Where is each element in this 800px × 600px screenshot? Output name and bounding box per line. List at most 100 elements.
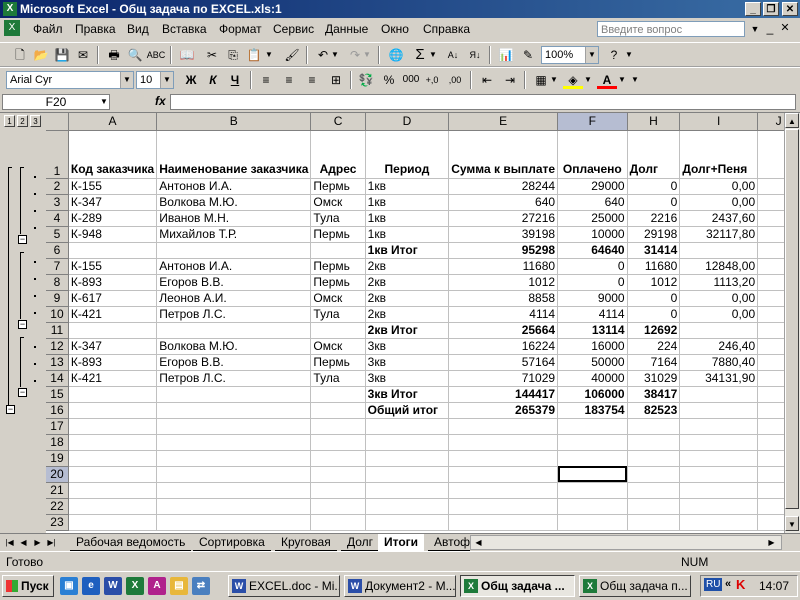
cell-f[interactable]: 9000 bbox=[557, 290, 628, 307]
cell-f[interactable]: 106000 bbox=[557, 386, 628, 403]
row-header[interactable]: 17 bbox=[46, 418, 69, 435]
cell-h[interactable]: 1012 bbox=[627, 274, 681, 291]
fill-color-dropdown-icon[interactable]: ▼ bbox=[583, 71, 593, 89]
undo-dropdown-icon[interactable]: ▼ bbox=[330, 46, 340, 64]
cell-i[interactable] bbox=[679, 514, 759, 531]
cell-c[interactable]: Омск bbox=[310, 194, 366, 211]
cell-f[interactable]: 13114 bbox=[557, 322, 628, 339]
row-header[interactable]: 22 bbox=[46, 498, 69, 515]
cell-i[interactable] bbox=[679, 466, 759, 483]
cell-e[interactable] bbox=[448, 418, 559, 435]
access-icon[interactable]: A bbox=[148, 577, 166, 595]
cell-i[interactable] bbox=[679, 434, 759, 451]
cell-a[interactable]: К-617 bbox=[68, 290, 158, 307]
cell-a[interactable]: К-347 bbox=[68, 338, 158, 355]
sort-ascending-icon[interactable]: A↓ bbox=[443, 46, 463, 64]
italic-button[interactable]: К bbox=[203, 71, 223, 89]
cell-d[interactable]: Общий итог bbox=[365, 402, 450, 419]
prev-sheet-icon[interactable]: ◀ bbox=[17, 536, 30, 549]
cell-d[interactable] bbox=[365, 466, 450, 483]
new-icon[interactable]: 🗋 bbox=[10, 46, 30, 64]
cell-e[interactable]: 11680 bbox=[448, 258, 559, 275]
cell-h[interactable] bbox=[627, 418, 681, 435]
cell-f[interactable]: 29000 bbox=[557, 178, 628, 195]
cell-d[interactable]: 3кв bbox=[365, 354, 450, 371]
chart-wizard-icon[interactable]: 📊 bbox=[496, 46, 516, 64]
redo-dropdown-icon[interactable]: ▼ bbox=[362, 46, 372, 64]
row-header[interactable]: 18 bbox=[46, 434, 69, 451]
worksheet-grid[interactable]: A B C D E F H I J 1 Код заказчика Наимен… bbox=[46, 113, 800, 533]
close-button[interactable]: ✕ bbox=[782, 2, 798, 16]
header-cell[interactable]: Сумма к выплате bbox=[448, 130, 559, 179]
cell-f[interactable] bbox=[557, 514, 628, 531]
cell-i[interactable] bbox=[679, 418, 759, 435]
font-name-dropdown[interactable]: Arial Cyr ▼ bbox=[6, 71, 134, 89]
ie-icon[interactable]: e bbox=[82, 577, 100, 595]
column-header[interactable]: E bbox=[448, 113, 559, 131]
cell-c[interactable] bbox=[310, 450, 366, 467]
first-sheet-icon[interactable]: |◀ bbox=[3, 536, 16, 549]
cell-b[interactable] bbox=[156, 322, 312, 339]
row-header[interactable]: 20 bbox=[46, 466, 69, 483]
cell-c[interactable] bbox=[310, 402, 366, 419]
cell-h[interactable] bbox=[627, 466, 681, 483]
cell-h[interactable]: 12692 bbox=[627, 322, 681, 339]
cell-d[interactable]: 2кв bbox=[365, 306, 450, 323]
cell-i[interactable] bbox=[679, 322, 759, 339]
format-toolbar-options-icon[interactable]: ▼ bbox=[630, 71, 640, 89]
align-right-icon[interactable]: ≡ bbox=[302, 71, 322, 89]
cell-e[interactable]: 265379 bbox=[448, 402, 559, 419]
cell-d[interactable] bbox=[365, 450, 450, 467]
cell-b[interactable]: Иванов М.Н. bbox=[156, 210, 312, 227]
cell-c[interactable] bbox=[310, 418, 366, 435]
formula-input[interactable] bbox=[170, 94, 796, 110]
cell-e[interactable] bbox=[448, 434, 559, 451]
cell-h[interactable]: 0 bbox=[627, 178, 681, 195]
toolbar-options-icon[interactable]: ▼ bbox=[624, 46, 634, 64]
zoom-arrow-icon[interactable]: ▼ bbox=[585, 47, 598, 63]
autosum-dropdown-icon[interactable]: ▼ bbox=[428, 46, 438, 64]
cell-f[interactable] bbox=[557, 434, 628, 451]
cell-e[interactable] bbox=[448, 466, 559, 483]
cell-f[interactable]: 50000 bbox=[557, 354, 628, 371]
cell-h[interactable]: 224 bbox=[627, 338, 681, 355]
cell-h[interactable] bbox=[627, 450, 681, 467]
spelling-icon[interactable]: ABC bbox=[146, 46, 166, 64]
cell-e[interactable]: 95298 bbox=[448, 242, 559, 259]
menu-insert[interactable]: Вставка bbox=[162, 22, 207, 36]
cell-b[interactable]: Михайлов Т.Р. bbox=[156, 226, 312, 243]
paste-icon[interactable]: 📋 bbox=[244, 46, 264, 64]
cell-h[interactable]: 0 bbox=[627, 290, 681, 307]
cell-f[interactable]: 0 bbox=[557, 258, 628, 275]
excel-icon[interactable]: X bbox=[3, 2, 17, 16]
cell-f[interactable] bbox=[557, 498, 628, 515]
cell-f[interactable]: 640 bbox=[557, 194, 628, 211]
cell-b[interactable] bbox=[156, 418, 312, 435]
align-left-icon[interactable]: ≡ bbox=[256, 71, 276, 89]
ask-question-input[interactable]: Введите вопрос bbox=[597, 21, 745, 37]
row-header[interactable]: 8 bbox=[46, 274, 69, 291]
cell-c[interactable]: Пермь bbox=[310, 178, 366, 195]
last-sheet-icon[interactable]: ▶| bbox=[45, 536, 58, 549]
sheet-tab-active[interactable]: Итоги bbox=[378, 534, 425, 551]
outline-level-1-button[interactable]: 1 bbox=[4, 115, 15, 127]
cell-f[interactable]: 4114 bbox=[557, 306, 628, 323]
column-header[interactable]: F bbox=[557, 113, 628, 131]
cell-c[interactable] bbox=[310, 482, 366, 499]
cell-c[interactable]: Тула bbox=[310, 306, 366, 323]
cell-c[interactable] bbox=[310, 498, 366, 515]
cell-h[interactable]: 2216 bbox=[627, 210, 681, 227]
task-button-excel-2[interactable]: X Общ задача п... bbox=[579, 575, 691, 597]
cell-b[interactable] bbox=[156, 498, 312, 515]
cell-d[interactable] bbox=[365, 418, 450, 435]
collapse-q1-button[interactable]: − bbox=[18, 235, 27, 244]
sort-descending-icon[interactable]: Я↓ bbox=[465, 46, 485, 64]
cell-b[interactable] bbox=[156, 386, 312, 403]
cell-i[interactable]: 0,00 bbox=[679, 290, 759, 307]
cell-f[interactable]: 183754 bbox=[557, 402, 628, 419]
thousands-button[interactable]: 000 bbox=[401, 71, 421, 89]
cell-d[interactable]: 3кв bbox=[365, 338, 450, 355]
row-header[interactable]: 14 bbox=[46, 370, 69, 387]
cell-d[interactable]: 1кв Итог bbox=[365, 242, 450, 259]
cell-h[interactable] bbox=[627, 482, 681, 499]
